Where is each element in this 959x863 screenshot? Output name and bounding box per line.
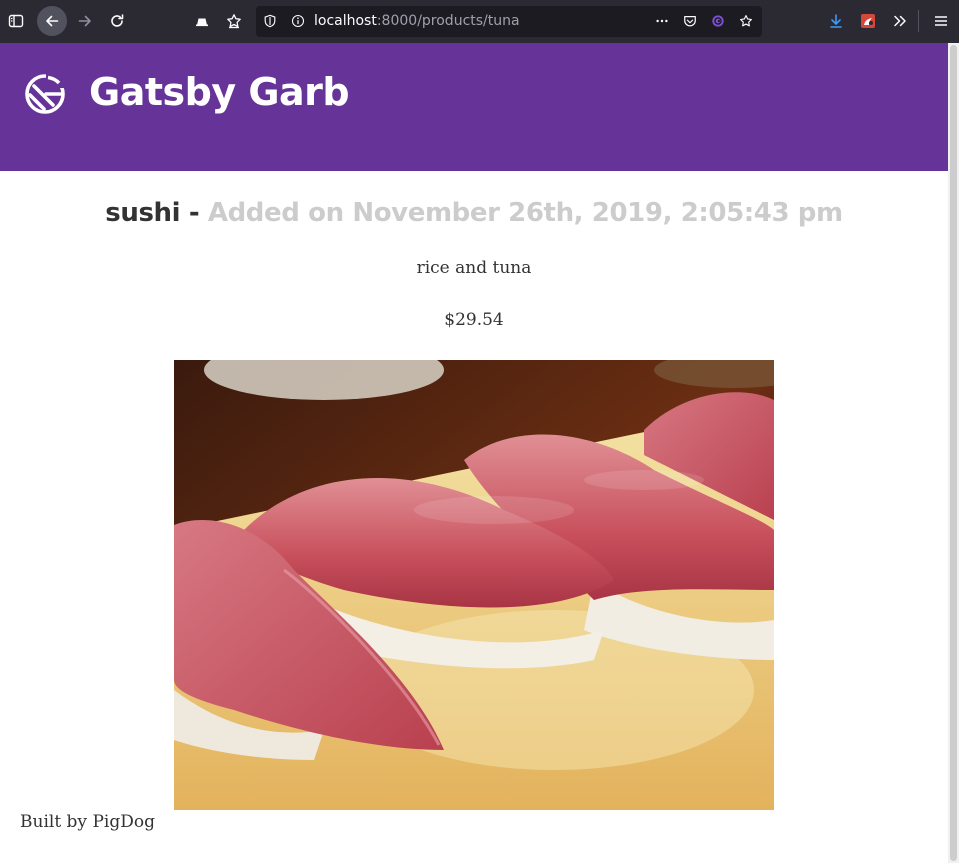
pocket-icon[interactable] (682, 13, 698, 29)
site-header: Gatsby Garb (0, 43, 948, 171)
info-icon[interactable] (290, 13, 306, 29)
toolbar-separator (918, 10, 919, 32)
vertical-scrollbar[interactable] (948, 43, 959, 863)
sidebar-toggle-icon[interactable] (1, 6, 31, 36)
reload-icon (111, 14, 124, 27)
page-actions-icon[interactable] (654, 13, 670, 29)
arrow-left-icon (46, 15, 59, 27)
downloads-icon[interactable] (821, 6, 851, 36)
menu-hamburger-icon[interactable] (926, 6, 956, 36)
product-image (174, 360, 774, 810)
scrollbar-thumb[interactable] (950, 45, 957, 861)
product-price: $29.54 (444, 310, 504, 330)
product-heading: sushi - Added on November 26th, 2019, 2:… (0, 198, 948, 228)
url-host: localhost (314, 13, 377, 29)
bookmark-star-add-icon[interactable] (219, 6, 249, 36)
back-button[interactable] (37, 6, 67, 36)
addon-icon[interactable] (853, 6, 883, 36)
arrow-right-icon (78, 15, 91, 27)
url-path: :8000/products/tuna (376, 13, 520, 29)
forward-button[interactable] (70, 6, 100, 36)
browser-toolbar: localhost:8000/products/tuna (0, 0, 959, 43)
heading-separator: - (180, 198, 208, 228)
url-text[interactable]: localhost:8000/products/tuna (314, 13, 520, 29)
address-bar[interactable]: localhost:8000/products/tuna (256, 6, 762, 37)
reload-button[interactable] (102, 6, 132, 36)
bookmark-star-icon[interactable] (738, 13, 754, 29)
gatsby-logo-icon[interactable] (24, 73, 66, 115)
hat-icon[interactable] (187, 6, 217, 36)
product-added-date: Added on November 26th, 2019, 2:05:43 pm (207, 198, 843, 228)
overflow-chevron-icon[interactable] (885, 6, 915, 36)
site-footer: Built by PigDog (20, 812, 155, 832)
site-title-link[interactable]: Gatsby Garb (89, 70, 350, 114)
extension-icon[interactable] (710, 13, 726, 29)
page-viewport: Gatsby Garb sushi - Added on November 26… (0, 43, 948, 863)
product-name: sushi (105, 198, 181, 228)
product-description: rice and tuna (416, 258, 532, 278)
shield-icon[interactable] (262, 13, 278, 29)
